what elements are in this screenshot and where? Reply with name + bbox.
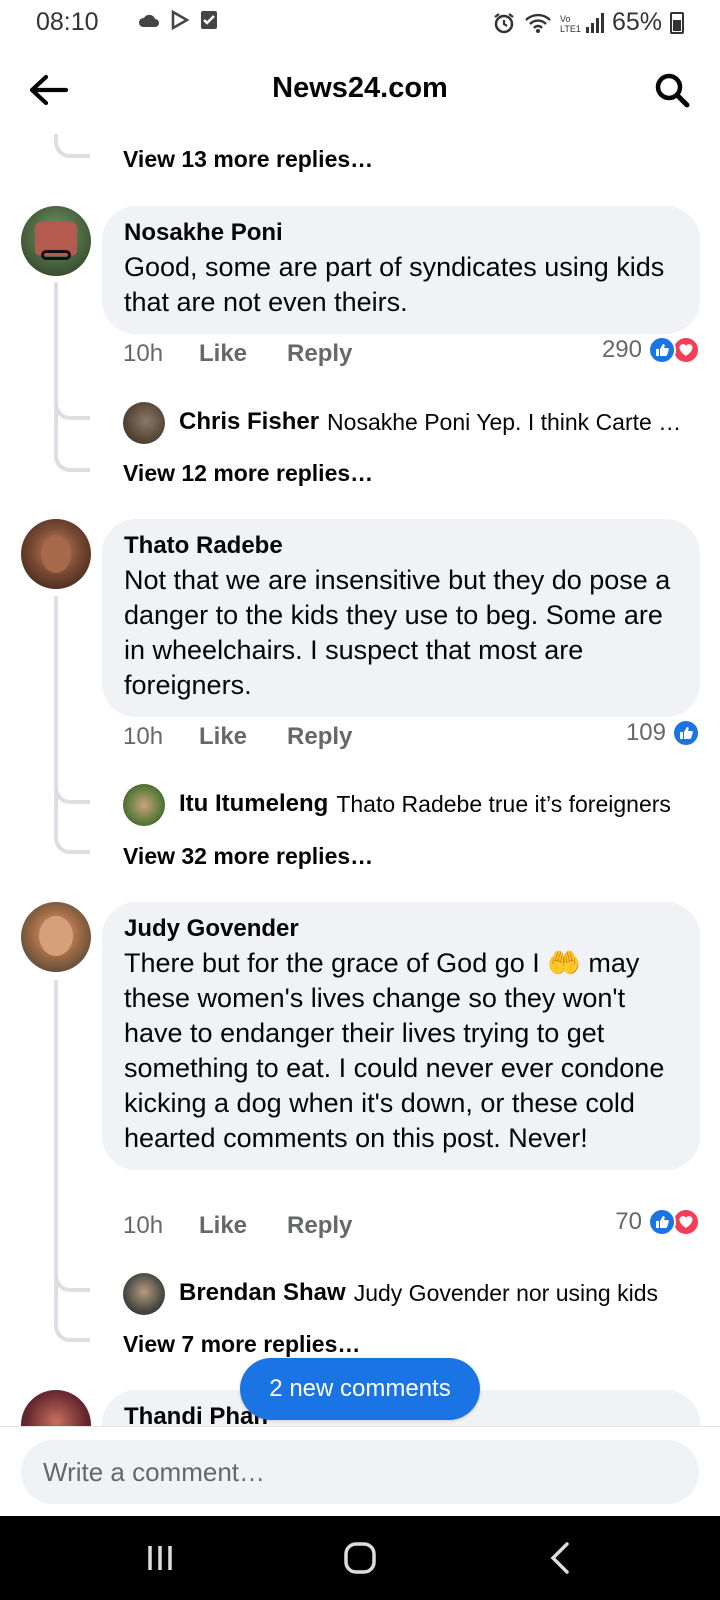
thread-line	[54, 596, 58, 840]
app-header: News24.com	[0, 46, 720, 134]
thread-line	[54, 134, 90, 158]
thread-line	[54, 282, 58, 452]
comment-author[interactable]: Judy Govender	[124, 914, 678, 944]
comment-author[interactable]: Thato Radebe	[124, 531, 678, 561]
signal-icon: VoLTE1	[560, 12, 604, 34]
svg-text:Vo: Vo	[560, 14, 571, 24]
search-button[interactable]	[650, 68, 694, 112]
reply-button[interactable]: Reply	[287, 1212, 352, 1240]
svg-text:LTE1: LTE1	[560, 24, 581, 34]
reaction-summary[interactable]: 109	[626, 719, 700, 747]
reaction-count: 109	[625, 719, 666, 746]
view-more-replies-button[interactable]: View 13 more replies…	[123, 146, 373, 173]
like-button[interactable]: Like	[199, 723, 247, 751]
view-more-replies-button[interactable]: View 7 more replies…	[123, 1331, 360, 1358]
reply-author[interactable]: Chris Fisher	[179, 408, 319, 436]
avatar[interactable]	[21, 206, 91, 276]
comment-time[interactable]: 10h	[123, 723, 199, 751]
system-nav-bar	[0, 1516, 720, 1600]
comment-bubble[interactable]: Thato Radebe Not that we are insensitive…	[102, 519, 700, 717]
home-button[interactable]	[340, 1538, 380, 1578]
comment-actions: 10h Like Reply	[123, 340, 352, 368]
comment-bubble[interactable]: Judy Govender There but for the grace of…	[102, 902, 700, 1170]
reply-text: Judy Govender nor using kids	[353, 1279, 658, 1306]
comment-time[interactable]: 10h	[123, 340, 199, 368]
page-title: News24.com	[272, 72, 448, 104]
reply-preview[interactable]: Brendan Shaw Judy Govender nor using kid…	[179, 1279, 690, 1307]
love-reaction-icon	[672, 336, 700, 364]
reaction-summary[interactable]: 70	[615, 1208, 700, 1236]
view-more-replies-button[interactable]: View 12 more replies…	[123, 460, 373, 487]
reaction-count: 70	[615, 1208, 642, 1235]
reply-preview[interactable]: Itu Itumeleng Thato Radebe true it’s for…	[179, 790, 690, 818]
avatar[interactable]	[123, 784, 165, 826]
checkbox-icon	[201, 11, 217, 29]
comment-text: There but for the grace of God go I 🤲 ma…	[124, 948, 665, 1153]
thread-line	[54, 1318, 90, 1342]
comment-bubble[interactable]: Nosakhe Poni Good, some are part of synd…	[102, 206, 700, 334]
home-icon	[344, 1542, 376, 1574]
status-time: 08:10	[36, 8, 99, 36]
avatar[interactable]	[123, 402, 165, 444]
like-button[interactable]: Like	[199, 1212, 247, 1240]
play-store-icon	[171, 10, 190, 30]
reaction-count: 290	[601, 336, 642, 363]
battery-icon	[670, 11, 684, 34]
comment-input[interactable]: Write a comment…	[21, 1440, 699, 1504]
reply-text: Nosakhe Poni Yep. I think Carte Bl…	[327, 408, 690, 435]
view-more-replies-button[interactable]: View 32 more replies…	[123, 843, 373, 870]
thread-line	[54, 1268, 90, 1292]
reply-author[interactable]: Brendan Shaw	[179, 1279, 346, 1307]
reply-preview[interactable]: Chris Fisher Nosakhe Poni Yep. I think C…	[179, 408, 690, 436]
comment-author[interactable]: Nosakhe Poni	[124, 218, 678, 248]
status-bar: 08:10 Vo LTE1 65%	[0, 0, 720, 46]
reply-button[interactable]: Reply	[287, 723, 352, 751]
like-reaction-icon	[648, 336, 676, 364]
system-back-button[interactable]	[540, 1538, 580, 1578]
comment-actions: 10h Like Reply	[123, 723, 352, 751]
composer-bar: Write a comment…	[0, 1426, 720, 1516]
love-reaction-icon	[672, 1208, 700, 1236]
comment-text: Good, some are part of syndicates using …	[124, 252, 665, 317]
thread-line	[54, 448, 90, 472]
thread-line	[54, 780, 90, 804]
reply-button[interactable]: Reply	[287, 340, 352, 368]
comment-text: Not that we are insensitive but they do …	[124, 565, 671, 700]
reply-text: Thato Radebe true it’s foreigners	[336, 790, 671, 817]
chevron-left-icon	[550, 1542, 569, 1574]
reaction-summary[interactable]: 290	[602, 336, 700, 364]
reply-author[interactable]: Itu Itumeleng	[179, 790, 328, 818]
comment-time[interactable]: 10h	[123, 1212, 199, 1240]
thread-line	[54, 830, 90, 854]
avatar[interactable]	[123, 1273, 165, 1315]
avatar[interactable]	[21, 519, 91, 589]
recent-apps-button[interactable]	[140, 1538, 180, 1578]
wifi-icon	[525, 13, 551, 33]
like-reaction-icon	[648, 1208, 676, 1236]
cloud-icon	[138, 14, 159, 27]
comment-actions: 10h Like Reply	[123, 1212, 352, 1240]
search-icon	[655, 73, 690, 108]
alarm-icon	[494, 12, 514, 33]
new-comments-button[interactable]: 2 new comments	[240, 1358, 480, 1420]
avatar[interactable]	[21, 902, 91, 972]
thread-line	[54, 396, 90, 420]
recent-apps-icon	[148, 1546, 172, 1570]
battery-percent: 65%	[611, 8, 662, 36]
like-reaction-icon	[672, 719, 700, 747]
like-button[interactable]: Like	[199, 340, 247, 368]
